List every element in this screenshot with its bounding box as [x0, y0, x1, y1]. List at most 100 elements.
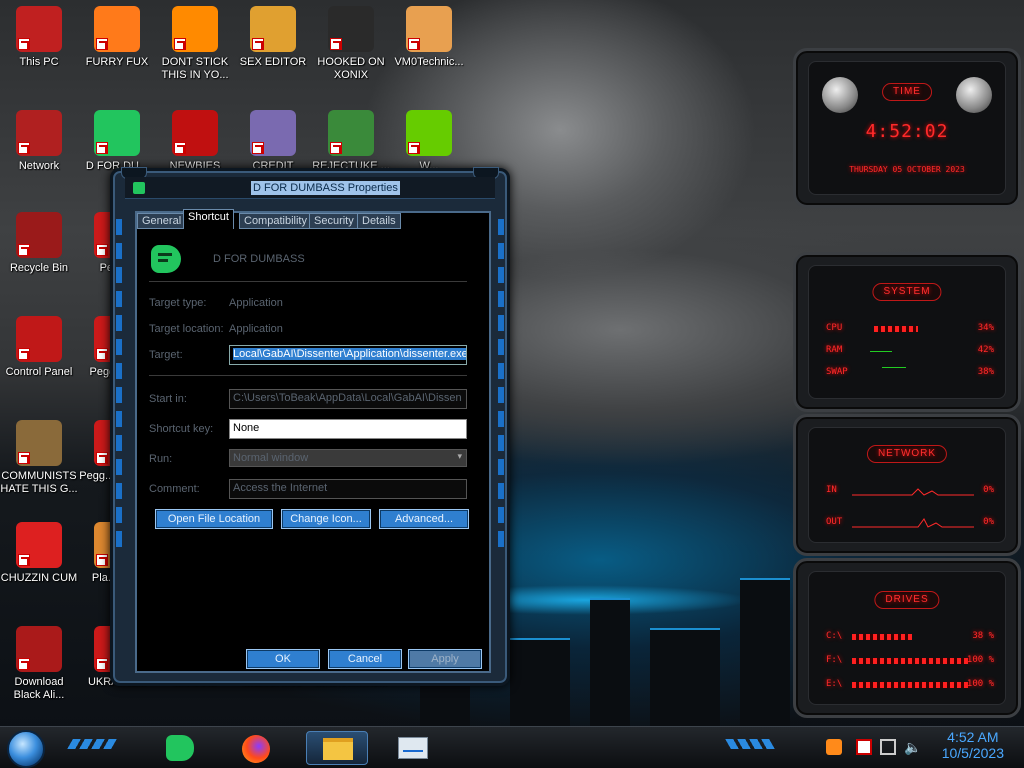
app-icon	[94, 110, 140, 156]
open-file-location-button[interactable]: Open File Location	[155, 509, 273, 529]
desktop-icon[interactable]: SEX EDITOR	[234, 6, 312, 69]
shortcut-key-label: Shortcut key:	[149, 423, 214, 435]
shortcut-arrow-icon	[96, 142, 108, 154]
net-out-graph	[852, 518, 974, 528]
tray-app-icon[interactable]	[826, 739, 842, 755]
system-gadget[interactable]: SYSTEM CPU 34% RAM 42% SWAP 38%	[793, 252, 1021, 412]
desktop-icon-label: This PC	[19, 56, 59, 68]
shortcut-arrow-icon	[96, 658, 108, 670]
tab-compatibility[interactable]: Compatibility	[239, 213, 312, 229]
desktop-icon-label: VM0Technic...	[394, 56, 464, 68]
shortcut-arrow-icon	[18, 38, 30, 50]
taskbar: 🔈 4:52 AM 10/5/2023	[0, 726, 1024, 768]
desktop-icon-label: SEX EDITOR	[239, 56, 307, 68]
desktop-icon-label: HOOKED ON XONIX	[317, 56, 385, 81]
gadget-date: THURSDAY 05 OCTOBER 2023	[849, 165, 965, 174]
ok-button[interactable]: OK	[246, 649, 320, 669]
net-in-row: IN 0%	[826, 485, 994, 496]
desktop-icon-label: Download Black Ali...	[13, 676, 65, 701]
desktop-icon[interactable]: This PC	[0, 6, 78, 69]
taskbar-decoration	[67, 739, 117, 749]
target-field[interactable]: Local\GabAI\Dissenter\Application\dissen…	[229, 345, 467, 365]
apply-button[interactable]: Apply	[408, 649, 482, 669]
taskbar-date: 10/5/2023	[941, 745, 1004, 761]
desktop-icon[interactable]: Network	[0, 110, 78, 173]
taskbar-d-for-dumbass[interactable]	[150, 731, 212, 765]
shortcut-arrow-icon	[18, 658, 30, 670]
desktop-icon-label: FURRY FUX	[85, 56, 149, 68]
desktop-icon[interactable]: CHUZZIN CUM	[0, 522, 78, 585]
tab-security[interactable]: Security	[309, 213, 359, 229]
target-location-label: Target location:	[149, 323, 224, 335]
desktop-icon[interactable]: REJECTUKE ...	[312, 110, 390, 173]
app-icon	[133, 182, 145, 194]
desktop-icon[interactable]: Control Panel	[0, 316, 78, 379]
taskbar-decoration	[725, 739, 775, 749]
desktop-icon[interactable]: W...	[390, 110, 468, 173]
taskbar-firefox[interactable]	[226, 731, 288, 765]
drives-gadget[interactable]: DRIVES C:\ 38 % F:\ 100 % E:\ 100 %	[793, 558, 1021, 718]
properties-dialog: D FOR DUMBASS Properties General Shortcu…	[110, 167, 510, 686]
network-title: NETWORK	[866, 445, 948, 463]
swap-row: SWAP 38%	[826, 367, 994, 377]
desktop-icon[interactable]: COMMUNISTS HATE THIS G...	[0, 420, 78, 496]
building	[590, 598, 630, 728]
building	[650, 628, 720, 728]
divider	[149, 375, 467, 376]
chevron-down-icon: ▾	[457, 451, 462, 461]
shortcut-arrow-icon	[18, 244, 30, 256]
shortcut-key-field[interactable]: None	[229, 419, 467, 439]
shortcut-arrow-icon	[18, 452, 30, 464]
change-icon-button[interactable]: Change Icon...	[281, 509, 371, 529]
target-location-value: Application	[229, 323, 283, 335]
net-in-graph	[852, 488, 974, 496]
taskbar-file-explorer[interactable]	[306, 731, 368, 765]
app-icon	[406, 6, 452, 52]
desktop-icon-label: DONT STICK THIS IN YO...	[161, 56, 229, 81]
shortcut-arrow-icon	[174, 38, 186, 50]
desktop-icon[interactable]: FURRY FUX	[78, 6, 156, 69]
desktop-icon[interactable]: D FOR DU...	[78, 110, 156, 173]
gadget-clock: 4:52:02	[865, 121, 949, 142]
desktop-icon-label: Control Panel	[5, 366, 73, 378]
start-in-field[interactable]: C:\Users\ToBeak\AppData\Local\GabAI\Diss…	[229, 389, 467, 409]
network-icon[interactable]	[880, 739, 896, 755]
target-label: Target:	[149, 349, 183, 361]
desktop-icon[interactable]: Recycle Bin	[0, 212, 78, 275]
right-frame-lights	[497, 211, 505, 681]
tab-general[interactable]: General	[137, 213, 187, 229]
run-select[interactable]: Normal window ▾	[229, 449, 467, 467]
time-gadget[interactable]: TIME 4:52:02 THURSDAY 05 OCTOBER 2023	[793, 48, 1021, 208]
folder-icon	[323, 738, 353, 760]
advanced-button[interactable]: Advanced...	[379, 509, 469, 529]
desktop-icon[interactable]: DONT STICK THIS IN YO...	[156, 6, 234, 82]
run-value: Normal window	[233, 452, 309, 464]
cancel-button[interactable]: Cancel	[328, 649, 402, 669]
tab-shortcut[interactable]: Shortcut	[183, 209, 234, 229]
system-title: SYSTEM	[872, 283, 942, 301]
shortcut-arrow-icon	[252, 38, 264, 50]
volume-icon[interactable]: 🔈	[904, 739, 921, 755]
building	[510, 638, 570, 728]
start-in-label: Start in:	[149, 393, 187, 405]
flag-icon[interactable]	[856, 739, 872, 755]
desktop-icon[interactable]: HOOKED ON XONIX	[312, 6, 390, 82]
desktop-icon[interactable]: Download Black Ali...	[0, 626, 78, 702]
dialog-titlebar[interactable]: D FOR DUMBASS Properties	[125, 177, 495, 199]
left-frame-lights	[115, 211, 123, 681]
divider	[149, 281, 467, 282]
alien-head-icon	[822, 77, 858, 113]
cpu-row: CPU 34%	[826, 323, 994, 333]
shortcut-arrow-icon	[330, 38, 342, 50]
app-icon	[16, 6, 62, 52]
desktop-icon[interactable]: VM0Technic...	[390, 6, 468, 69]
taskbar-clock[interactable]: 4:52 AM 10/5/2023	[942, 729, 1004, 761]
app-icon	[172, 6, 218, 52]
app-icon	[250, 110, 296, 156]
start-button[interactable]	[7, 730, 45, 768]
tab-details[interactable]: Details	[357, 213, 401, 229]
taskbar-performance-monitor[interactable]	[382, 731, 444, 765]
network-gadget[interactable]: NETWORK IN 0% OUT 0%	[793, 414, 1021, 556]
desktop-icon-label: CHUZZIN CUM	[0, 572, 78, 584]
comment-field[interactable]: Access the Internet	[229, 479, 467, 499]
